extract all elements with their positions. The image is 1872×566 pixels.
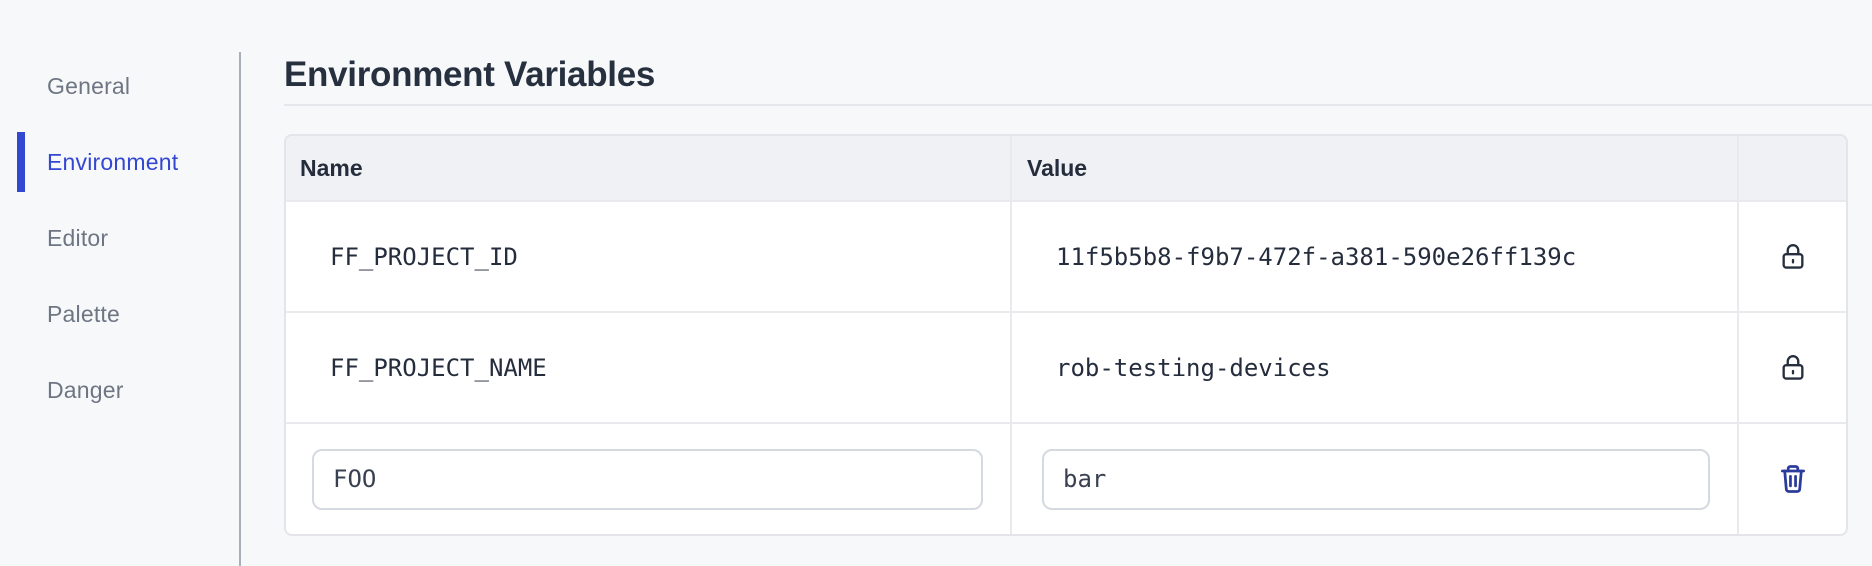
env-var-value: 11f5b5b8-f9b7-472f-a381-590e26ff139c [1010, 202, 1737, 311]
title-divider [284, 104, 1872, 106]
sidebar-item-label: Environment [47, 148, 179, 175]
settings-nav: General Environment Editor Palette Dange… [0, 48, 238, 428]
env-var-actions [1737, 202, 1846, 311]
lock-icon [1779, 352, 1807, 383]
env-var-actions [1737, 313, 1846, 422]
sidebar-item-label: General [47, 72, 131, 99]
environment-settings-panel: Environment Variables Name Value FF_PROJ… [241, 0, 1872, 566]
column-header-name: Name [300, 154, 363, 181]
table-row: FF_PROJECT_NAME rob-testing-devices [286, 311, 1846, 422]
sidebar-item-danger[interactable]: Danger [0, 352, 238, 428]
settings-sidebar: General Environment Editor Palette Dange… [0, 0, 241, 566]
column-header-value: Value [1010, 136, 1737, 200]
env-var-value-input[interactable] [1042, 448, 1710, 510]
env-var-actions [1737, 424, 1846, 534]
env-var-name: FF_PROJECT_ID [330, 242, 518, 271]
sidebar-item-label: Editor [47, 224, 109, 251]
env-var-value-cell [1010, 424, 1737, 534]
sidebar-item-label: Danger [47, 376, 124, 403]
sidebar-item-environment[interactable]: Environment [0, 124, 238, 200]
env-var-name-cell [286, 424, 1010, 534]
active-indicator-bar [17, 132, 25, 192]
column-header-actions [1737, 136, 1846, 200]
trash-icon [1777, 462, 1809, 496]
delete-row-button[interactable] [1777, 462, 1809, 496]
env-var-name-input[interactable] [312, 448, 983, 510]
sidebar-item-label: Palette [47, 300, 121, 327]
page-title: Environment Variables [284, 55, 656, 94]
sidebar-item-palette[interactable]: Palette [0, 276, 238, 352]
sidebar-item-editor[interactable]: Editor [0, 200, 238, 276]
environment-variables-table: Name Value FF_PROJECT_ID 11f5b5b8-f9b7-4… [284, 134, 1848, 536]
table-row: FF_PROJECT_ID 11f5b5b8-f9b7-472f-a381-59… [286, 200, 1846, 311]
env-var-value: rob-testing-devices [1010, 313, 1737, 422]
lock-icon [1779, 241, 1807, 272]
sidebar-item-general[interactable]: General [0, 48, 238, 124]
table-header-row: Name Value [286, 136, 1846, 200]
table-row-editable [286, 422, 1846, 534]
env-var-name: FF_PROJECT_NAME [330, 353, 547, 382]
